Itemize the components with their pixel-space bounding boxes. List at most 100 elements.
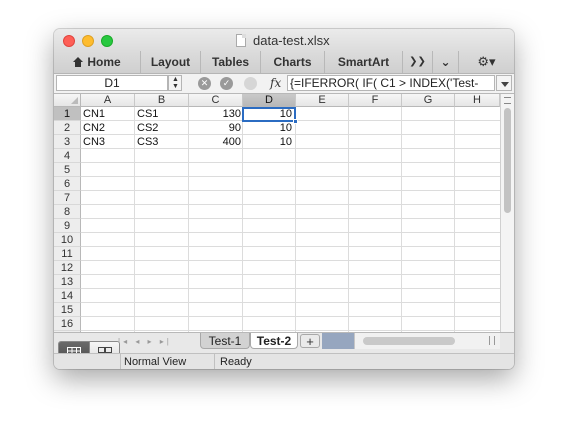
gridline — [81, 176, 500, 177]
tab-smartart[interactable]: SmartArt — [324, 51, 402, 73]
checkmark-icon: ✓ — [222, 78, 231, 88]
gridline — [348, 107, 349, 332]
column-header-c[interactable]: C — [189, 94, 243, 107]
row-header-7[interactable]: 7 — [54, 191, 81, 205]
row-header-13[interactable]: 13 — [54, 275, 81, 289]
row-header-10[interactable]: 10 — [54, 233, 81, 247]
row-header-4[interactable]: 4 — [54, 149, 81, 163]
gridline — [81, 218, 500, 219]
column-header-b[interactable]: B — [135, 94, 189, 107]
close-window-button[interactable] — [63, 35, 75, 47]
add-sheet-button[interactable]: + — [300, 334, 320, 348]
column-header-d[interactable]: D — [243, 94, 296, 107]
cell-a1[interactable]: CN1 — [81, 107, 135, 121]
formula-bar: D1 ▲▼ ✕ ✓ fx {=IFERROR( IF( C1 > INDEX('… — [54, 74, 514, 94]
formula-input[interactable]: {=IFERROR( IF( C1 > INDEX('Test- — [287, 75, 495, 91]
row-header-5[interactable]: 5 — [54, 163, 81, 177]
status-bar: Normal View Ready — [54, 353, 514, 369]
status-ready: Ready — [220, 356, 252, 368]
row-header-15[interactable]: 15 — [54, 303, 81, 317]
title-bar: data-test.xlsx — [54, 29, 514, 51]
cell-d3[interactable]: 10 — [243, 135, 296, 149]
cell-b3[interactable]: CS3 — [135, 135, 189, 149]
column-header-f[interactable]: F — [349, 94, 402, 107]
split-handle-icon[interactable] — [489, 336, 495, 345]
column-header-e[interactable]: E — [296, 94, 349, 107]
ribbon-settings-button[interactable]: ⚙▾ — [458, 51, 514, 73]
column-header-g[interactable]: G — [402, 94, 455, 107]
select-all-corner[interactable] — [54, 94, 81, 107]
row-header-14[interactable]: 14 — [54, 289, 81, 303]
cell-c1[interactable]: 130 — [189, 107, 243, 121]
cell-c3[interactable]: 400 — [189, 135, 243, 149]
gridline — [81, 330, 500, 331]
status-view-mode: Normal View — [124, 356, 187, 368]
cell-a2[interactable]: CN2 — [81, 121, 135, 135]
tab-layout[interactable]: Layout — [140, 51, 200, 73]
split-handle-icon[interactable] — [504, 97, 511, 104]
spreadsheet-grid[interactable]: A B C D E F G H 1 2 3 4 5 6 7 8 9 10 11 … — [54, 94, 500, 332]
tab-tables[interactable]: Tables — [200, 51, 260, 73]
gridline — [81, 302, 500, 303]
close-icon: ✕ — [200, 78, 209, 88]
excel-window: data-test.xlsx Home Layout Tables Charts… — [54, 29, 514, 369]
status-separator — [214, 354, 215, 369]
cell-c2[interactable]: 90 — [189, 121, 243, 135]
tab-home[interactable]: Home — [54, 51, 140, 73]
cell-a3[interactable]: CN3 — [81, 135, 135, 149]
vertical-scrollbar[interactable] — [500, 94, 514, 332]
cell-b1[interactable]: CS1 — [135, 107, 189, 121]
row-header-16[interactable]: 16 — [54, 317, 81, 331]
gridline — [81, 288, 500, 289]
column-header-a[interactable]: A — [81, 94, 135, 107]
column-header-h[interactable]: H — [455, 94, 500, 107]
insert-function-button[interactable]: fx — [270, 76, 281, 90]
ribbon-tabs: Home Layout Tables Charts SmartArt ❯❯ ⌄ … — [54, 51, 514, 74]
gridline — [81, 274, 500, 275]
double-chevron-right-icon: ❯❯ — [409, 56, 426, 67]
vertical-scroll-thumb[interactable] — [504, 108, 511, 213]
tab-bar-spacer — [322, 333, 354, 349]
gridline — [401, 107, 402, 332]
formula-expand-button[interactable] — [496, 75, 512, 91]
cancel-edit-button[interactable]: ✕ — [198, 77, 211, 90]
name-box[interactable]: D1 — [56, 75, 168, 91]
fill-handle[interactable] — [293, 119, 298, 124]
zoom-window-button[interactable] — [101, 35, 113, 47]
gridline — [81, 246, 500, 247]
gear-icon: ⚙▾ — [477, 54, 496, 69]
document-icon — [236, 34, 246, 47]
horizontal-scroll-thumb[interactable] — [363, 337, 455, 345]
toggle-button[interactable] — [244, 77, 257, 90]
row-header-8[interactable]: 8 — [54, 205, 81, 219]
gridline — [81, 316, 500, 317]
name-box-stepper[interactable]: ▲▼ — [168, 75, 182, 91]
gridline — [81, 162, 500, 163]
row-header-12[interactable]: 12 — [54, 261, 81, 275]
more-tabs-button[interactable]: ❯❯ — [402, 51, 432, 73]
gridline — [81, 260, 500, 261]
row-header-11[interactable]: 11 — [54, 247, 81, 261]
gridline — [454, 107, 455, 332]
cell-d1[interactable]: 10 — [243, 107, 296, 121]
row-header-6[interactable]: 6 — [54, 177, 81, 191]
minimize-window-button[interactable] — [82, 35, 94, 47]
row-header-1[interactable]: 1 — [54, 107, 81, 121]
cell-d2[interactable]: 10 — [243, 121, 296, 135]
row-header-9[interactable]: 9 — [54, 219, 81, 233]
confirm-edit-button[interactable]: ✓ — [220, 77, 233, 90]
cell-b2[interactable]: CS2 — [135, 121, 189, 135]
collapse-ribbon-button[interactable]: ⌄ — [432, 51, 458, 73]
window-title: data-test.xlsx — [253, 33, 330, 48]
row-header-3[interactable]: 3 — [54, 135, 81, 149]
sheet-nav-arrows[interactable]: |◂ ◂ ▸ ▸| — [118, 335, 194, 349]
horizontal-scrollbar[interactable] — [354, 333, 500, 349]
home-icon — [73, 57, 84, 67]
tab-charts[interactable]: Charts — [260, 51, 324, 73]
sheet-tab-test-1[interactable]: Test-1 — [200, 333, 250, 349]
row-header-2[interactable]: 2 — [54, 121, 81, 135]
gridline — [81, 232, 500, 233]
sheet-tab-test-2[interactable]: Test-2 — [250, 333, 298, 349]
gridline — [81, 190, 500, 191]
status-separator — [120, 354, 121, 369]
